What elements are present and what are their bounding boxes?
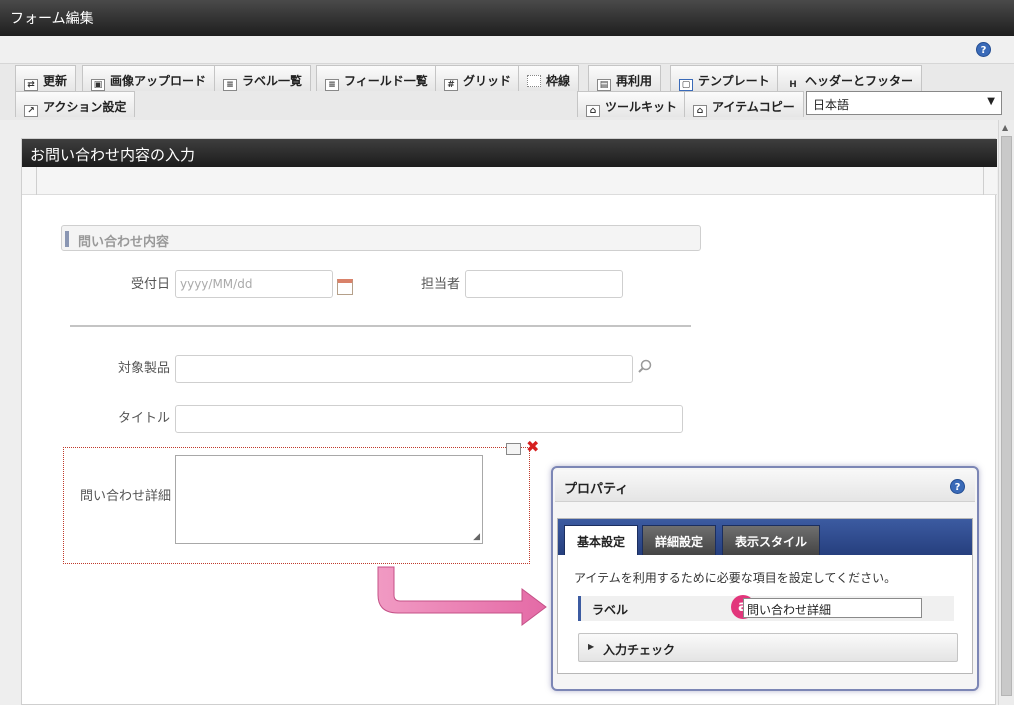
horizontal-rule	[70, 325, 691, 327]
detail-textarea[interactable]: ◢	[175, 455, 483, 544]
search-icon[interactable]	[638, 359, 652, 373]
field-list-button[interactable]: ≡ フィールド一覧	[316, 65, 437, 91]
form-title-bar: お問い合わせ内容の入力	[22, 139, 997, 167]
label-property-input[interactable]: 問い合わせ詳細	[743, 598, 922, 618]
section-header[interactable]: 問い合わせ内容	[61, 225, 701, 251]
border-button[interactable]: 枠線	[518, 65, 580, 91]
properties-header: プロパティ ?	[555, 470, 975, 502]
detail-label: 問い合わせ詳細	[79, 489, 171, 504]
header-footer-button[interactable]: H ヘッダーとフッター	[777, 65, 923, 91]
toolkit-button[interactable]: ⌂ ツールキット	[577, 91, 687, 117]
product-input[interactable]	[175, 355, 633, 383]
divider	[983, 167, 984, 195]
action-settings-button[interactable]: ↗ アクション設定	[15, 91, 136, 117]
image-upload-button[interactable]: ▣ 画像アップロード	[82, 65, 216, 91]
form-title: お問い合わせ内容の入力	[30, 146, 196, 164]
vertical-scrollbar[interactable]: ▲	[998, 120, 1014, 705]
window-title: フォーム編集	[10, 11, 94, 27]
resize-grip-icon[interactable]: ◢	[473, 532, 480, 542]
template-icon: ▢	[679, 79, 693, 91]
properties-panel: プロパティ ? 基本設定 詳細設定 表示スタイル アイテムを利用するために必要な…	[551, 466, 979, 691]
received-date-placeholder: yyyy/MM/dd	[180, 277, 253, 291]
form-header-strip	[22, 167, 997, 195]
tab-display-style[interactable]: 表示スタイル	[722, 525, 821, 555]
annotation-arrow	[377, 566, 547, 626]
properties-tabs: 基本設定 詳細設定 表示スタイル	[558, 519, 972, 555]
item-copy-button[interactable]: ⌂ アイテムコピー	[684, 91, 804, 117]
help-icon[interactable]: ?	[976, 42, 991, 57]
section-accent	[65, 231, 69, 247]
toolbar: ⇄ 更新 ▣ 画像アップロード ≡ ラベル一覧 ≡ フィールド一覧 # グリッド 枠線 ▤…	[0, 64, 1014, 120]
scroll-up-icon[interactable]: ▲	[1002, 123, 1008, 132]
window-title-bar: フォーム編集	[0, 0, 1014, 36]
refresh-icon: ⇄	[24, 79, 38, 91]
calendar-icon[interactable]	[337, 279, 353, 295]
image-upload-icon: ▣	[91, 79, 105, 91]
received-date-input[interactable]: yyyy/MM/dd	[175, 270, 333, 298]
action-icon: ↗	[24, 105, 38, 117]
help-row: ?	[0, 36, 1014, 64]
properties-description: アイテムを利用するために必要な項目を設定してください。	[574, 571, 897, 585]
properties-title: プロパティ	[564, 482, 629, 497]
label-property-label: ラベル	[592, 603, 629, 617]
copy-item-icon: ⌂	[693, 105, 707, 117]
language-select-value: 日本語	[813, 98, 850, 112]
label-property-value: 問い合わせ詳細	[747, 603, 832, 617]
template-button[interactable]: ▢ テンプレート	[670, 65, 779, 91]
label-list-button[interactable]: ≡ ラベル一覧	[214, 65, 312, 91]
assignee-label: 担当者	[420, 277, 460, 292]
dropdown-arrow-icon: ▼	[987, 96, 995, 107]
title-label: タイトル	[117, 411, 170, 426]
expand-arrow-icon: ▶	[588, 642, 595, 651]
properties-body: 基本設定 詳細設定 表示スタイル アイテムを利用するために必要な項目を設定してく…	[557, 518, 973, 674]
label-list-icon: ≡	[223, 79, 237, 91]
border-icon	[527, 75, 541, 87]
grid-button[interactable]: # グリッド	[435, 65, 521, 91]
field-list-icon: ≡	[325, 79, 339, 91]
divider	[36, 167, 37, 195]
input-check-section[interactable]: ▶ 入力チェック	[578, 633, 958, 662]
language-select[interactable]: 日本語 ▼	[806, 91, 1002, 115]
product-label: 対象製品	[117, 361, 170, 376]
title-input[interactable]	[175, 405, 683, 433]
help-icon[interactable]: ?	[950, 479, 965, 494]
tab-detail-settings[interactable]: 詳細設定	[642, 525, 717, 555]
grid-icon: #	[444, 79, 458, 91]
section-title: 問い合わせ内容	[78, 235, 170, 250]
reuse-button[interactable]: ▤ 再利用	[588, 65, 662, 91]
tab-basic-settings[interactable]: 基本設定	[564, 525, 639, 555]
input-check-label: 入力チェック	[603, 643, 676, 657]
refresh-button[interactable]: ⇄ 更新	[15, 65, 77, 91]
label-property-row: ラベル a 問い合わせ詳細	[578, 595, 954, 621]
delete-icon[interactable]: ✖	[526, 438, 539, 456]
scrollbar-thumb[interactable]	[1001, 136, 1012, 696]
reuse-icon: ▤	[597, 79, 611, 91]
received-date-label: 受付日	[130, 277, 170, 292]
toolkit-icon: ⌂	[586, 105, 600, 117]
item-properties-icon[interactable]	[506, 443, 521, 455]
assignee-input[interactable]	[465, 270, 623, 298]
